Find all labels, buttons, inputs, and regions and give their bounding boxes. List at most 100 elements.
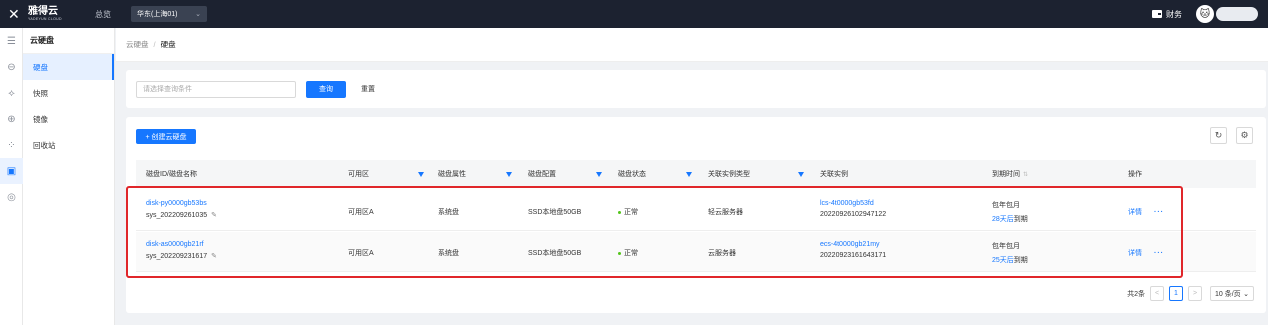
- expiry-days: 25天后: [992, 257, 1014, 264]
- finance-label: 财务: [1166, 9, 1182, 19]
- page-size-label: 10 条/页: [1215, 290, 1241, 298]
- filter-icon[interactable]: [686, 171, 692, 177]
- column-header-status: 磁盘状态: [618, 171, 646, 178]
- instance-type-cell: 轻云服务器: [708, 209, 743, 216]
- sort-icon: ⇅: [1023, 171, 1029, 178]
- expiry-suffix: 到期: [1013, 257, 1028, 264]
- sidebar-item-label: 快照: [33, 88, 48, 98]
- sidebar: 云硬盘 硬盘 快照 镜像 回收站: [23, 28, 115, 325]
- breadcrumb: 云硬盘 / 硬盘: [116, 28, 1268, 62]
- instance-id-link[interactable]: ecs-4t0000gb21my: [820, 241, 886, 248]
- instance-name: 20220923161643171: [820, 252, 887, 259]
- disk-name: sys_202209231617: [146, 253, 208, 260]
- expiry-suffix: 到期: [1013, 216, 1028, 223]
- filter-icon[interactable]: [418, 171, 424, 177]
- page-size-select[interactable]: 10 条/页 ⌄: [1210, 286, 1254, 301]
- status-dot: [618, 210, 621, 214]
- menu-icon[interactable]: ☰: [0, 28, 23, 54]
- next-page-button[interactable]: >: [1188, 286, 1202, 301]
- sidebar-item-recycle[interactable]: 回收站: [23, 132, 114, 158]
- reset-button[interactable]: 重置: [356, 81, 380, 98]
- column-header-actions: 操作: [1128, 171, 1142, 178]
- refresh-icon[interactable]: ↻: [1210, 127, 1227, 144]
- sidebar-item-label: 硬盘: [33, 62, 48, 72]
- search-panel: 查询 重置: [126, 70, 1266, 108]
- status-badge: 正常: [618, 207, 638, 217]
- status-text: 正常: [624, 209, 638, 216]
- column-header-config: 磁盘配置: [528, 171, 556, 178]
- column-header-disk: 磁盘ID/磁盘名称: [146, 171, 197, 178]
- edit-pencil-icon[interactable]: ✎: [211, 253, 217, 260]
- globe-icon[interactable]: ⊕: [0, 106, 23, 132]
- sidebar-item-label: 镜像: [33, 114, 48, 124]
- filter-icon[interactable]: [596, 171, 602, 177]
- create-disk-button[interactable]: + 创建云硬盘: [136, 129, 196, 144]
- detail-link[interactable]: 详情: [1128, 250, 1142, 257]
- settings-gear-icon[interactable]: ⚙: [1236, 127, 1253, 144]
- chevron-down-icon: ⌄: [195, 11, 201, 18]
- pagination: 共2条 < 1 > 10 条/页 ⌄: [1127, 286, 1254, 301]
- status-dot: [618, 251, 621, 255]
- logo-icon: ✕: [8, 6, 20, 22]
- breadcrumb-current: 硬盘: [160, 40, 176, 49]
- total-count: 共2条: [1127, 290, 1145, 298]
- prev-page-button[interactable]: <: [1150, 286, 1164, 301]
- search-input[interactable]: [136, 80, 296, 98]
- disk-id-link[interactable]: disk-as0000gb21rf: [146, 241, 217, 248]
- finance-link[interactable]: 财务: [1152, 9, 1182, 20]
- sidebar-title: 云硬盘: [23, 28, 114, 54]
- page-1-button[interactable]: 1: [1169, 286, 1183, 301]
- instance-id-link[interactable]: lcs-4t0000gb53fd: [820, 200, 886, 207]
- zone-cell: 可用区A: [348, 209, 374, 216]
- column-header-zone: 可用区: [348, 171, 369, 178]
- region-selector[interactable]: 华东(上海01) ⌄: [131, 6, 207, 22]
- more-actions-icon[interactable]: ···: [1154, 250, 1164, 257]
- column-header-instance: 关联实例: [820, 171, 848, 178]
- column-header-expiry[interactable]: 到期时间 ⇅: [992, 169, 1028, 179]
- zone-cell: 可用区A: [348, 250, 374, 257]
- breadcrumb-parent[interactable]: 云硬盘: [126, 39, 149, 50]
- logo-name: 雅得云: [28, 5, 58, 17]
- filter-icon[interactable]: [506, 171, 512, 177]
- storage-icon[interactable]: ▣: [0, 158, 23, 184]
- breadcrumb-separator: /: [153, 40, 156, 49]
- brand-logo[interactable]: ✕ 雅得云 YADEYUN CLOUD: [8, 6, 78, 22]
- user-name-menu[interactable]: [1216, 7, 1258, 21]
- product-icon-strip: ☰ ⊖ ⟡ ⊕ ⁘ ▣ ◎: [0, 28, 23, 325]
- table-header: 磁盘ID/磁盘名称 可用区 磁盘属性 磁盘配置 磁盘状态 关联实例类型 关联实例…: [136, 160, 1256, 188]
- sidebar-item-snapshot[interactable]: 快照: [23, 80, 114, 106]
- disk-id-link[interactable]: disk-py0000gb53bs: [146, 200, 217, 207]
- attr-cell: 系统盘: [438, 209, 459, 216]
- expiry-days: 28天后: [992, 216, 1014, 223]
- edit-pencil-icon[interactable]: ✎: [211, 212, 217, 219]
- chevron-down-icon: ⌄: [1243, 290, 1249, 298]
- config-cell: SSD本地盘50GB: [528, 209, 582, 216]
- user-avatar[interactable]: 🐱: [1196, 5, 1214, 23]
- billing-type: 包年包月: [992, 243, 1020, 250]
- sidebar-item-disk[interactable]: 硬盘: [23, 54, 114, 80]
- billing-type: 包年包月: [992, 202, 1020, 209]
- network-icon[interactable]: ⟡: [0, 80, 23, 106]
- disk-name: sys_20220926103​5: [146, 212, 208, 219]
- nav-overview-link[interactable]: 总览: [95, 9, 111, 20]
- sidebar-item-image[interactable]: 镜像: [23, 106, 114, 132]
- status-text: 正常: [624, 250, 638, 257]
- cluster-icon[interactable]: ⁘: [0, 132, 23, 158]
- attr-cell: 系统盘: [438, 250, 459, 257]
- region-label: 华东(上海01): [137, 11, 178, 18]
- table-row: disk-py0000gb53bs sys_20220926103​5 ✎ 可用区…: [136, 191, 1256, 231]
- wallet-icon: [1152, 10, 1162, 18]
- cloud-server-icon[interactable]: ⊖: [0, 54, 23, 80]
- status-badge: 正常: [618, 248, 638, 258]
- detail-link[interactable]: 详情: [1128, 209, 1142, 216]
- column-header-instance-type: 关联实例类型: [708, 171, 750, 178]
- query-button[interactable]: 查询: [306, 80, 346, 98]
- disk-table-panel: + 创建云硬盘 ↻ ⚙ 磁盘ID/磁盘名称 可用区 磁盘属性 磁盘配置 磁盘状态…: [126, 117, 1266, 313]
- top-navigation-bar: ✕ 雅得云 YADEYUN CLOUD 总览 华东(上海01) ⌄ 财务 🐱: [0, 0, 1268, 28]
- config-cell: SSD本地盘50GB: [528, 250, 582, 257]
- filter-icon[interactable]: [798, 171, 804, 177]
- shield-icon[interactable]: ◎: [0, 184, 23, 210]
- more-actions-icon[interactable]: ···: [1154, 209, 1164, 216]
- logo-subtitle: YADEYUN CLOUD: [28, 16, 62, 21]
- column-header-attr: 磁盘属性: [438, 171, 466, 178]
